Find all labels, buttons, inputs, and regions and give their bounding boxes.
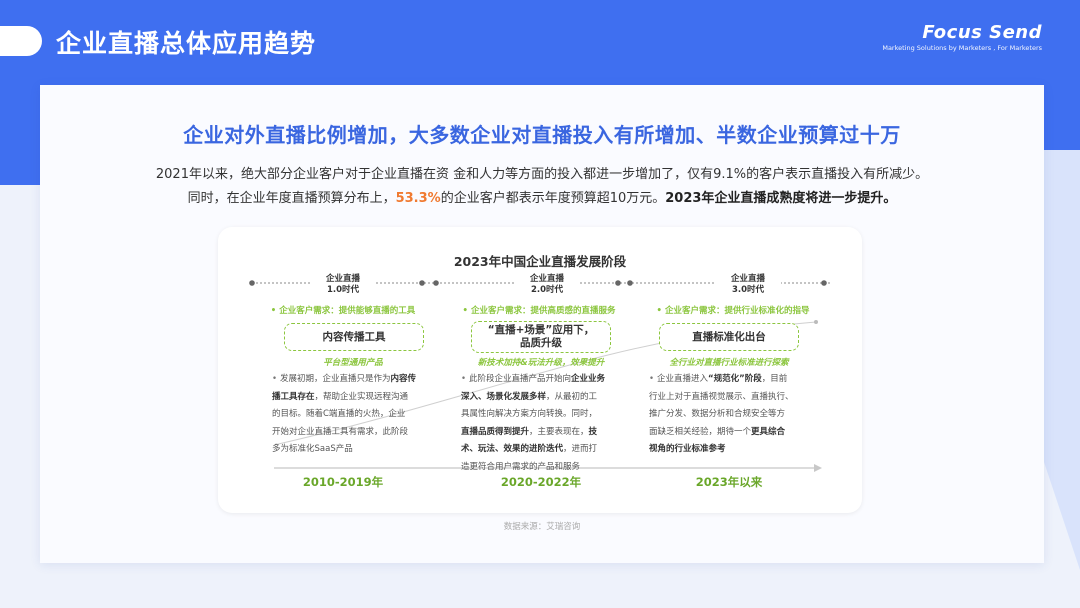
intro-paragraph-2: 同时，在企业年度直播预算分布上，53.3%的企业客户都表示年度预算超10万元。2… <box>40 187 1044 206</box>
para2-text-a: 同时，在企业年度直播预算分布上， <box>187 191 396 206</box>
customer-need-1: • 企业客户需求：提供能够直播的工具 <box>270 306 416 316</box>
logo-wordmark: Focus Send <box>922 22 1042 43</box>
desc-bold: 术、玩法、效果的进阶迭代 <box>461 444 564 454</box>
desc-text: ，从最初的工 <box>546 391 598 402</box>
era-label-2: 企业直播 2.0时代 <box>517 274 577 296</box>
desc-text: 的目标。随着C端直播的火热，企业 <box>272 409 406 419</box>
desc-text: ，主要表现在， <box>529 426 589 437</box>
era-label-1: 企业直播 1.0时代 <box>313 274 373 296</box>
era-dot <box>627 280 633 286</box>
data-source: 数据来源：艾瑞咨询 <box>503 522 581 532</box>
era-label-3: 企业直播 3.0时代 <box>718 274 778 296</box>
desc-text: 行业上对于直播视觉展示、直播执行、 <box>649 391 794 402</box>
stage-year-1: 2010-2019年 <box>302 475 384 489</box>
stage-subtitle-3: 全行业对直播行业标准进行探索 <box>669 358 789 368</box>
logo-tagline: Marketing Solutions by Marketers , For M… <box>882 44 1042 52</box>
desc-text: 此阶段企业直播产品开始向 <box>469 374 572 384</box>
stage-box-line: 品质升级 <box>519 337 562 349</box>
desc-text: 发展初期，企业直播只是作为 <box>280 374 391 384</box>
time-axis-arrow <box>814 464 822 472</box>
page-title: 企业直播总体应用趋势 <box>56 29 317 58</box>
stage-box-2: “直播+场景”应用下， 品质升级 <box>471 321 611 353</box>
era-label-line: 1.0时代 <box>326 285 360 295</box>
desc-bold: 视角的行业标准参考 <box>649 444 726 454</box>
stage-description-1: • 发展初期，企业直播只是作为内容传 播工具存在，帮助企业实现远程沟通 的目标。随着C… <box>272 374 417 454</box>
brand-logo: Focus Send Marketing Solutions by Market… <box>882 22 1042 52</box>
stage-description-3: • 企业直播进入“规范化”阶段，目前 行业上对于直播视觉展示、直播执行、 推广分发、数… <box>649 374 794 454</box>
desc-bold: 技 <box>588 426 598 437</box>
desc-bold: 播工具存在 <box>272 391 315 402</box>
desc-text: 开始对企业直播工具有需求，此阶段 <box>272 426 409 437</box>
era-label-line: 2.0时代 <box>530 285 564 295</box>
desc-bold: 企业业务 <box>571 374 606 384</box>
development-stages-panel: 2023年中国企业直播发展阶段 企业直播 1.0时代 • 企业客户需求：提供能够直… <box>218 227 862 513</box>
stage-box-1: 内容传播工具 <box>284 323 424 351</box>
desc-text: 面缺乏相关经验，期待一个 <box>649 426 752 437</box>
desc-text: 造更符合用户需求的产品和服务 <box>461 461 581 472</box>
desc-bold: “规范化”阶段 <box>708 374 762 384</box>
stage-year-2: 2020-2022年 <box>500 475 582 489</box>
desc-text: 推广分发、数据分析和合规安全等方 <box>649 409 786 419</box>
era-label-line: 企业直播 <box>529 274 564 284</box>
stage-box-3: 直播标准化出台 <box>659 323 799 351</box>
growth-curve-end <box>814 320 818 324</box>
desc-bold: 更具综合 <box>751 426 786 437</box>
stage-subtitle-2: 新技术加持&玩法升级，效果提升 <box>477 358 605 368</box>
content-card: 企业对外直播比例增加，大多数企业对直播投入有所增加、半数企业预算过十万 2021… <box>40 85 1044 563</box>
desc-text: ，目前 <box>761 374 788 384</box>
desc-text: 多为标准化SaaS产品 <box>272 444 353 454</box>
para2-highlight-percent: 53.3% <box>395 191 441 206</box>
desc-text: 具属性向解决方案方向转换。同时， <box>461 409 598 419</box>
desc-text: ，帮助企业实现远程沟通 <box>314 391 409 402</box>
era-dot <box>433 280 439 286</box>
headline: 企业对外直播比例增加，大多数企业对直播投入有所增加、半数企业预算过十万 <box>183 123 901 147</box>
era-label-line: 企业直播 <box>325 274 360 284</box>
panel-title: 2023年中国企业直播发展阶段 <box>453 254 627 269</box>
para2-bold-conclusion: 2023年企业直播成熟度将进一步提升。 <box>665 191 897 206</box>
era-dot <box>615 280 621 286</box>
customer-need-3: • 企业客户需求：提供行业标准化的指导 <box>656 306 810 316</box>
era-dot <box>821 280 827 286</box>
stage-box-line: “直播+场景”应用下， <box>487 324 595 336</box>
header-pill-decoration <box>0 26 42 56</box>
era-label-line: 3.0时代 <box>731 285 765 295</box>
desc-bold: 深入、场景化发展多样 <box>461 391 547 402</box>
customer-need-2: • 企业客户需求：提供高质感的直播服务 <box>462 306 616 316</box>
era-dot <box>419 280 425 286</box>
desc-text: 企业直播进入 <box>657 374 709 384</box>
era-label-line: 企业直播 <box>730 274 765 284</box>
desc-bold: 内容传 <box>390 374 417 384</box>
stage-year-3: 2023年以来 <box>695 475 763 489</box>
stage-description-2: • 此阶段企业直播产品开始向企业业务 深入、场景化发展多样，从最初的工 具属性向解决方… <box>461 374 606 472</box>
era-dot <box>249 280 255 286</box>
desc-bold: 直播品质得到提升 <box>461 426 530 437</box>
para2-text-b: 的企业客户都表示年度预算超10万元。 <box>440 191 666 206</box>
desc-text: ，进而打 <box>563 444 598 454</box>
stage-subtitle-1: 平台型通用产品 <box>323 358 383 368</box>
intro-paragraph-1: 2021年以来，绝大部分企业客户对于企业直播在资 金和人力等方面的投入都进一步增… <box>155 167 929 182</box>
